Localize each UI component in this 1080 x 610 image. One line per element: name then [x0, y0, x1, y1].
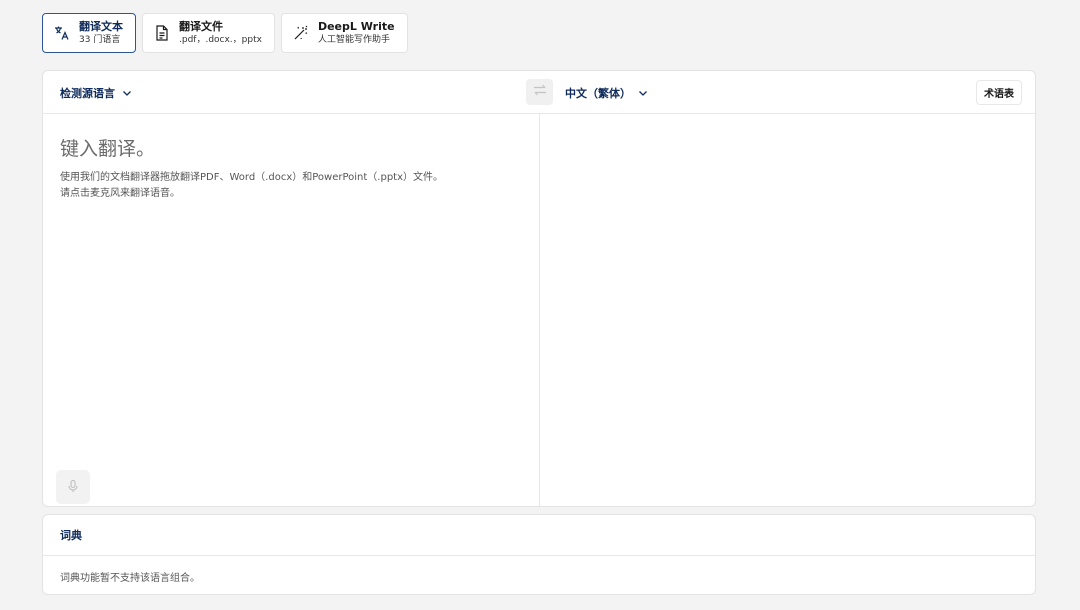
dictionary-message: 词典功能暂不支持该语言组合。	[60, 573, 200, 584]
tab-translate-text[interactable]: 翻译文本 33 门语言	[42, 13, 136, 53]
tab-subtitle: 33 门语言	[79, 34, 121, 45]
microphone-icon	[66, 478, 80, 497]
hint-line: 使用我们的文档翻译器拖放翻译PDF、Word（.docx）和PowerPoint…	[60, 172, 444, 183]
source-language-selector[interactable]: 检测源语言	[60, 85, 133, 101]
source-text-area[interactable]: 键入翻译。 使用我们的文档翻译器拖放翻译PDF、Word（.docx）和Powe…	[43, 114, 539, 506]
dictionary-title: 词典	[60, 529, 82, 542]
translator-panel: 检测源语言 中文（繁体） 术语表 键入翻译。 使用我们的文档翻译器拖放翻译PDF…	[42, 70, 1036, 507]
translate-icon	[53, 24, 71, 42]
source-language-label: 检测源语言	[60, 87, 115, 100]
tab-translate-files[interactable]: 翻译文件 .pdf，.docx.，pptx	[142, 13, 275, 53]
tab-title: 翻译文本	[79, 19, 123, 33]
document-icon	[153, 24, 171, 42]
input-placeholder: 键入翻译。	[60, 138, 156, 160]
tab-title: DeepL Write	[317, 19, 395, 33]
mode-tabs: 翻译文本 33 门语言 翻译文件 .pdf，.docx.，pptx DeepL …	[42, 13, 408, 53]
chevron-down-icon	[637, 87, 649, 99]
magic-wand-icon	[292, 24, 310, 42]
swap-icon	[532, 82, 548, 102]
dictionary-header: 词典	[43, 515, 1035, 556]
glossary-button[interactable]: 术语表	[976, 80, 1022, 105]
target-text-area[interactable]	[540, 114, 1035, 506]
tab-subtitle: .pdf，.docx.，pptx	[179, 34, 262, 45]
dictionary-panel: 词典 词典功能暂不支持该语言组合。	[42, 514, 1036, 595]
target-language-label: 中文（繁体）	[565, 87, 631, 100]
tab-subtitle: 人工智能写作助手	[317, 34, 390, 45]
swap-languages-button[interactable]	[526, 79, 553, 105]
target-language-selector[interactable]: 中文（繁体）	[565, 85, 649, 101]
microphone-button[interactable]	[56, 470, 90, 504]
chevron-down-icon	[121, 87, 133, 99]
tab-title: 翻译文件	[179, 19, 223, 33]
tab-deepl-write[interactable]: DeepL Write 人工智能写作助手	[280, 13, 408, 53]
hint-line: 请点击麦克风来翻译语音。	[60, 188, 180, 199]
language-bar: 检测源语言 中文（繁体） 术语表	[43, 71, 1035, 114]
input-hint: 使用我们的文档翻译器拖放翻译PDF、Word（.docx）和PowerPoint…	[60, 170, 443, 202]
